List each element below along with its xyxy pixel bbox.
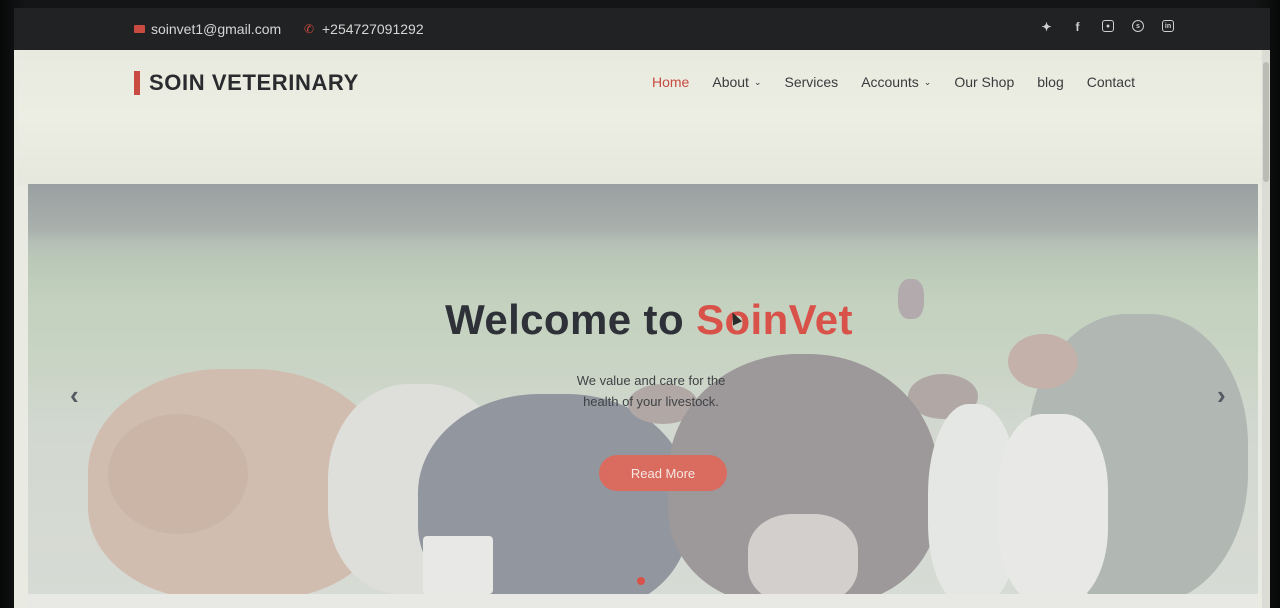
brand-name: SOIN VETERINARY <box>149 70 359 95</box>
main-navbar: SOIN VETERINARY Home About ⌄ Services Ac… <box>18 50 1262 185</box>
nav-item-blog[interactable]: blog <box>1037 74 1063 90</box>
social-links: ✦ f ● s in <box>1040 20 1174 34</box>
nav-item-accounts[interactable]: Accounts ⌄ <box>861 74 931 90</box>
facebook-icon[interactable]: f <box>1071 20 1084 34</box>
chevron-down-icon: ⌄ <box>753 76 762 87</box>
email-contact[interactable]: soinvet1@gmail.com <box>134 21 281 37</box>
nav-item-label: blog <box>1037 74 1064 90</box>
nav-item-label: Our Shop <box>954 74 1015 90</box>
logo-accent-bar <box>134 71 140 95</box>
top-contact-bar: soinvet1@gmail.com ✆ +254727091292 ✦ f ●… <box>14 8 1270 50</box>
phone-text: +254727091292 <box>322 21 424 37</box>
hero-subtitle-line: We value and care for the <box>576 373 726 388</box>
nav-item-label: About <box>712 74 749 90</box>
site-logo[interactable]: SOIN VETERINARY <box>134 70 359 96</box>
nav-item-home[interactable]: Home <box>652 74 689 90</box>
scrollbar-thumb[interactable] <box>1263 62 1269 182</box>
hero-slider: Welcome to SoinVet We value and care for… <box>28 184 1258 594</box>
hero-subtitle-line: health of your livestock. <box>583 394 719 409</box>
page-scrollbar[interactable] <box>1262 50 1270 608</box>
page-bottom-edge <box>28 594 1258 608</box>
nav-item-label: Home <box>652 74 690 90</box>
email-text: soinvet1@gmail.com <box>151 21 282 37</box>
nav-item-label: Contact <box>1086 74 1135 90</box>
chevron-down-icon: ⌄ <box>923 76 932 87</box>
hero-title-accent: SoinVet <box>696 296 853 343</box>
twitter-icon[interactable]: ✦ <box>1040 20 1053 34</box>
hero-title: Welcome to SoinVet <box>28 296 1258 344</box>
slider-indicator-dot[interactable] <box>637 577 645 585</box>
linkedin-icon[interactable]: in <box>1162 20 1174 32</box>
phone-contact[interactable]: ✆ +254727091292 <box>304 21 424 37</box>
monitor-frame: soinvet1@gmail.com ✆ +254727091292 ✦ f ●… <box>0 0 1280 608</box>
nav-item-label: Services <box>784 74 839 90</box>
chevron-left-icon[interactable]: ‹ <box>70 380 79 411</box>
nav-item-services[interactable]: Services <box>785 74 839 90</box>
envelope-icon <box>134 25 145 33</box>
nav-item-about[interactable]: About ⌄ <box>712 74 761 90</box>
hero-title-prefix: Welcome to <box>445 296 697 343</box>
chevron-right-icon[interactable]: › <box>1217 380 1226 411</box>
phone-icon: ✆ <box>304 22 315 36</box>
instagram-icon[interactable]: ● <box>1102 20 1114 32</box>
nav-item-our-shop[interactable]: Our Shop <box>954 74 1014 90</box>
nav-item-label: Accounts <box>861 74 919 90</box>
browser-viewport: soinvet1@gmail.com ✆ +254727091292 ✦ f ●… <box>14 8 1270 608</box>
read-more-button[interactable]: Read More <box>599 455 727 491</box>
skype-icon[interactable]: s <box>1132 20 1144 32</box>
hero-subtitle: We value and care for the health of your… <box>551 370 751 412</box>
nav-item-contact[interactable]: Contact <box>1087 74 1135 90</box>
nav-menu: Home About ⌄ Services Accounts ⌄ Our Sho… <box>652 74 1135 90</box>
